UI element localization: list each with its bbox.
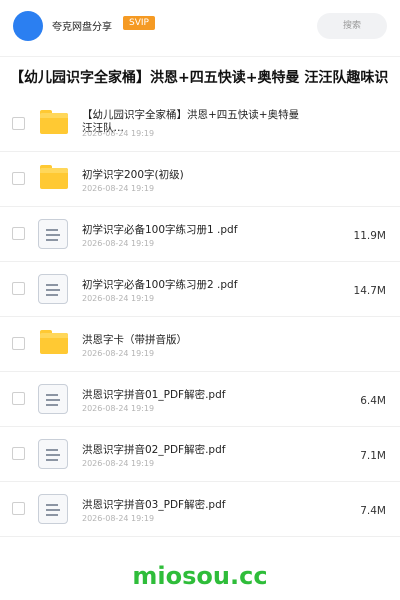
file-date: 2026-08-24 19:19: [82, 239, 155, 248]
file-name: 洪恩识字拼音03_PDF解密.pdf: [82, 499, 226, 511]
list-item[interactable]: 洪恩识字拼音02_PDF解密.pdf 2026-08-24 19:19 7.1M: [0, 427, 400, 482]
document-icon: [38, 439, 68, 469]
file-name: 初学识字必备100字练习册2 .pdf: [82, 279, 238, 291]
file-name: 洪恩识字拼音01_PDF解密.pdf: [82, 389, 226, 401]
header: 夸克网盘分享 SVIP 搜索: [0, 0, 400, 50]
document-icon: [38, 384, 68, 414]
file-size: 7.4M: [360, 505, 386, 517]
folder-icon: [40, 330, 68, 354]
file-name: 洪恩字卡（带拼音版）: [82, 334, 187, 346]
folder-title-bar: 【幼儿园识字全家桶】洪恩+四五快读+奥特曼 汪汪队趣味识: [0, 56, 400, 98]
row-checkbox[interactable]: [12, 172, 25, 185]
file-date: 2026-08-24 19:19: [82, 184, 155, 193]
list-item[interactable]: 洪恩识字拼音03_PDF解密.pdf 2026-08-24 19:19 7.4M: [0, 482, 400, 537]
avatar[interactable]: [13, 11, 43, 41]
list-item[interactable]: 初学识字必备100字练习册1 .pdf 2026-08-24 19:19 11.…: [0, 207, 400, 262]
brand-name: 夸克网盘分享: [52, 22, 112, 33]
document-icon: [38, 274, 68, 304]
file-size: 6.4M: [360, 395, 386, 407]
row-checkbox[interactable]: [12, 392, 25, 405]
file-date: 2026-08-24 19:19: [82, 459, 155, 468]
row-checkbox[interactable]: [12, 117, 25, 130]
row-checkbox[interactable]: [12, 282, 25, 295]
file-date: 2026-08-24 19:19: [82, 294, 155, 303]
row-checkbox[interactable]: [12, 447, 25, 460]
file-list: 【幼儿园识字全家桶】洪恩+四五快读+奥特曼 汪汪队… 2026-08-24 19…: [0, 97, 400, 537]
list-item[interactable]: 洪恩字卡（带拼音版） 2026-08-24 19:19: [0, 317, 400, 372]
list-item[interactable]: 初学识字200字(初级) 2026-08-24 19:19: [0, 152, 400, 207]
file-size: 11.9M: [353, 230, 386, 242]
file-name: 初学识字200字(初级): [82, 169, 184, 181]
row-checkbox[interactable]: [12, 227, 25, 240]
folder-title: 【幼儿园识字全家桶】洪恩+四五快读+奥特曼 汪汪队趣味识: [10, 70, 389, 86]
folder-icon: [40, 165, 68, 189]
file-size: 14.7M: [353, 285, 386, 297]
document-icon: [38, 494, 68, 524]
file-name: 洪恩识字拼音02_PDF解密.pdf: [82, 444, 226, 456]
watermark: miosou.cc: [132, 562, 268, 590]
file-date: 2026-08-24 19:19: [82, 514, 155, 523]
list-item[interactable]: 洪恩识字拼音01_PDF解密.pdf 2026-08-24 19:19 6.4M: [0, 372, 400, 427]
svip-badge[interactable]: SVIP: [123, 16, 155, 30]
folder-icon: [40, 110, 68, 134]
list-item[interactable]: 初学识字必备100字练习册2 .pdf 2026-08-24 19:19 14.…: [0, 262, 400, 317]
file-name: 初学识字必备100字练习册1 .pdf: [82, 224, 238, 236]
file-date: 2026-08-24 19:19: [82, 349, 155, 358]
search-input[interactable]: 搜索: [317, 13, 387, 39]
row-checkbox[interactable]: [12, 502, 25, 515]
row-checkbox[interactable]: [12, 337, 25, 350]
list-item[interactable]: 【幼儿园识字全家桶】洪恩+四五快读+奥特曼 汪汪队… 2026-08-24 19…: [0, 97, 400, 152]
file-date: 2026-08-24 19:19: [82, 404, 155, 413]
document-icon: [38, 219, 68, 249]
file-size: 7.1M: [360, 450, 386, 462]
file-date: 2026-08-24 19:19: [82, 129, 155, 138]
